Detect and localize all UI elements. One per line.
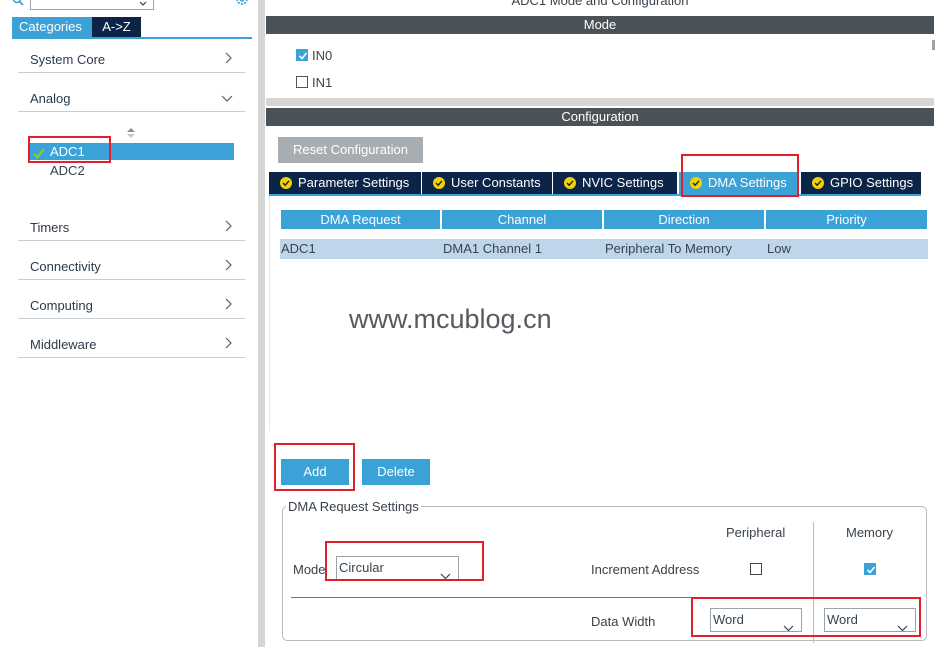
ok-check-icon	[690, 177, 702, 189]
category-computing[interactable]: Computing	[18, 289, 245, 319]
table-cell: DMA1 Channel 1	[443, 241, 542, 256]
column-header[interactable]: Channel	[442, 210, 602, 229]
left-panel: Categories A->Z System Core Analog ADC1 …	[0, 0, 258, 647]
mode-area: IN0 IN1	[266, 34, 934, 98]
tab-label: GPIO Settings	[830, 175, 914, 190]
chevron-down-icon	[221, 91, 233, 102]
ok-check-icon	[812, 177, 824, 189]
category-system-core[interactable]: System Core	[18, 43, 245, 73]
chevron-right-icon	[223, 259, 233, 271]
column-header[interactable]: Priority	[766, 210, 927, 229]
tab-categories[interactable]: Categories	[12, 17, 92, 37]
search-input[interactable]	[30, 0, 154, 10]
category-label: Timers	[30, 220, 70, 235]
chevron-down-icon	[897, 617, 908, 632]
checkbox-unchecked[interactable]	[296, 76, 308, 88]
sort-icon[interactable]	[126, 127, 136, 139]
dma-table-header: DMA Request Channel Direction Priority	[281, 210, 929, 229]
category-tabs: Categories A->Z	[12, 17, 141, 37]
section-divider	[266, 98, 934, 106]
table-cell: ADC1	[281, 241, 316, 256]
category-analog[interactable]: Analog	[18, 82, 245, 112]
chevron-down-icon	[440, 565, 451, 580]
table-cell: Low	[767, 241, 791, 256]
category-label: Connectivity	[30, 259, 101, 274]
add-button[interactable]: Add	[281, 459, 349, 485]
tab-dma-settings[interactable]: DMA Settings	[679, 172, 799, 194]
chevron-down-icon	[139, 0, 147, 6]
category-middleware[interactable]: Middleware	[18, 328, 245, 358]
tab-label: Parameter Settings	[298, 175, 410, 190]
peripheral-width-value: Word	[713, 612, 744, 627]
configuration-header: Configuration	[266, 108, 934, 126]
mode-option-label: IN1	[312, 74, 333, 90]
mode-header: Mode	[266, 16, 934, 34]
ok-check-icon	[433, 177, 445, 189]
tab-label: NVIC Settings	[582, 175, 664, 190]
peripheral-header: Peripheral	[726, 525, 786, 540]
tab-content-border	[269, 196, 270, 431]
column-separator	[813, 522, 814, 643]
category-label: Computing	[30, 298, 93, 313]
mode-label: Mode	[293, 562, 326, 577]
category-label: Analog	[30, 91, 71, 106]
ok-check-icon	[564, 177, 576, 189]
column-header[interactable]: DMA Request	[281, 210, 440, 229]
tab-label: User Constants	[451, 175, 541, 190]
data-width-label: Data Width	[591, 614, 656, 629]
tab-parameter-settings[interactable]: Parameter Settings	[269, 172, 421, 194]
check-icon	[33, 146, 45, 160]
memory-increment-checkbox[interactable]	[864, 563, 876, 575]
right-panel: ADC1 Mode and Configuration Mode IN0 IN1…	[265, 0, 935, 647]
config-tabs: Parameter Settings User Constants NVIC S…	[269, 172, 921, 194]
chevron-right-icon	[223, 298, 233, 310]
chevron-down-icon	[783, 617, 794, 632]
category-label: System Core	[30, 52, 106, 67]
ok-check-icon	[280, 177, 292, 189]
gear-icon[interactable]	[232, 0, 250, 7]
settings-divider	[291, 597, 914, 598]
tab-gpio-settings[interactable]: GPIO Settings	[801, 172, 921, 194]
adc1-item[interactable]: ADC1	[30, 143, 234, 160]
category-label: Middleware	[30, 337, 97, 352]
peripheral-increment-checkbox[interactable]	[750, 563, 762, 575]
reset-configuration-button[interactable]: Reset Configuration	[278, 137, 423, 163]
category-connectivity[interactable]: Connectivity	[18, 250, 245, 280]
chevron-right-icon	[223, 52, 233, 64]
memory-data-width-select[interactable]: Word	[824, 608, 916, 632]
panel-splitter[interactable]	[258, 0, 265, 647]
increment-address-label: Increment Address	[591, 562, 700, 577]
memory-header: Memory	[846, 525, 893, 540]
search-icon	[12, 0, 24, 6]
delete-button[interactable]: Delete	[362, 459, 430, 485]
configuration-area: Reset Configuration Parameter Settings U…	[266, 126, 934, 647]
peripheral-data-width-select[interactable]: Word	[710, 608, 802, 632]
table-cell: Peripheral To Memory	[605, 241, 732, 256]
adc2-item[interactable]: ADC2	[30, 162, 234, 179]
chevron-right-icon	[223, 220, 233, 232]
tab-a-to-z[interactable]: A->Z	[92, 17, 141, 37]
memory-width-value: Word	[827, 612, 858, 627]
tab-label: DMA Settings	[708, 175, 787, 190]
chevron-right-icon	[223, 337, 233, 349]
adc1-label: ADC1	[50, 144, 85, 159]
category-timers[interactable]: Timers	[18, 211, 245, 241]
mode-option-in0[interactable]: IN0	[296, 47, 332, 63]
page-title: ADC1 Mode and Configuration	[511, 0, 689, 8]
mode-option-label: IN0	[312, 47, 333, 63]
mode-option-in1[interactable]: IN1	[296, 74, 332, 90]
table-row[interactable]: ADC1 DMA1 Channel 1 Peripheral To Memory…	[280, 239, 928, 259]
column-header[interactable]: Direction	[604, 210, 764, 229]
checkbox-checked[interactable]	[296, 49, 308, 61]
dma-request-settings-legend: DMA Request Settings	[286, 499, 421, 514]
mode-select-value: Circular	[339, 560, 384, 575]
tabs-underline	[12, 37, 252, 39]
mode-select[interactable]: Circular	[336, 556, 459, 580]
tab-nvic-settings[interactable]: NVIC Settings	[553, 172, 677, 194]
tab-user-constants[interactable]: User Constants	[422, 172, 552, 194]
tabs-underline	[269, 194, 921, 196]
watermark: www.mcublog.cn	[349, 304, 552, 334]
adc2-label: ADC2	[50, 163, 85, 178]
